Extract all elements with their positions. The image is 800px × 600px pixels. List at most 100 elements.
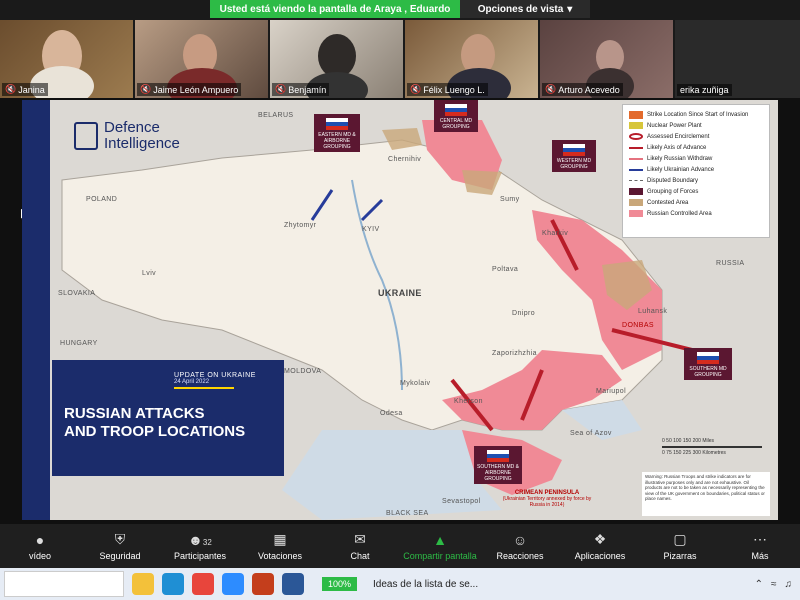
city-label: Poltava [492,266,519,273]
video-tile[interactable]: 🔇 Arturo Acevedo [540,20,673,98]
participants-count: 32 [202,537,212,547]
city-label: Lviv [142,270,157,277]
wifi-icon[interactable]: ≈ [771,579,777,590]
disputed-boundary-icon [629,180,643,181]
map-title-box: UPDATE ON UKRAINE 24 April 2022 RUSSIAN … [52,360,284,476]
muted-mic-icon: 🔇 [140,84,152,94]
muted-mic-icon: 🔇 [545,84,557,94]
city-label: Sumy [500,196,520,203]
chevron-down-icon: ▾ [567,3,573,15]
whiteboard-icon: ▢ [673,531,687,547]
country-label-poland: POLAND [86,196,118,203]
video-tile[interactable]: erika zuñiga [675,20,800,98]
grouping-southern-md: SOUTHERN MD GROUPING [684,348,732,380]
country-label-russia: RUSSIA [716,260,745,267]
sea-label-azov: Sea of Azov [570,430,612,437]
volume-icon[interactable]: ♫ [785,579,793,590]
grouping-eastern-md: EASTERN MD & AIRBORNE GROUPING [314,114,360,152]
withdraw-arrow-icon [629,157,643,160]
shared-screen: ❙❙ ■ [0,98,800,524]
country-label-moldova: MOLDOVA [284,368,322,375]
nuclear-icon [629,122,643,129]
powerpoint-icon[interactable] [252,573,274,595]
windows-taskbar: 100% Ideas de la lista de se... ⌃ ≈ ♫ [0,568,800,600]
sea-label-black-sea: BLACK SEA [386,510,429,517]
muted-mic-icon: 🔇 [275,84,287,94]
contested-icon [629,199,643,206]
share-banner: Usted está viendo la pantalla de Araya ,… [210,0,590,18]
participant-name: erika zuñiga [680,85,729,95]
city-label: Sevastopol [442,498,481,505]
polls-icon: ▦ [273,531,287,547]
file-explorer-icon[interactable] [132,573,154,595]
grouping-western-md: WESTERN MD GROUPING [552,140,596,172]
crest-icon [74,122,98,150]
more-icon: ⋯ [753,531,767,547]
reactions-icon: ☺ [512,531,528,548]
muted-mic-icon: 🔇 [5,84,17,94]
ukraine-map: Defence Intelligence BELARUS RUSSIA POLA… [22,100,778,520]
word-icon[interactable] [282,573,304,595]
security-button[interactable]: ⛨ Seguridad [80,531,160,561]
city-label: Zaporizhzhia [492,350,537,357]
chat-button[interactable]: ✉ Chat [320,531,400,561]
participants-icon: ☻ [188,531,203,548]
defence-intelligence-logo: Defence Intelligence [74,120,180,152]
participants-button[interactable]: ☻32 Participantes [160,532,240,561]
map-legend: Strike Location Since Start of Invasion … [622,104,770,238]
chrome-icon[interactable] [192,573,214,595]
chevron-up-icon[interactable]: ⌃ [755,579,763,590]
russia-flag-icon [326,118,348,130]
russia-flag-icon [445,104,467,116]
advance-arrow-icon [629,146,643,149]
reactions-button[interactable]: ☺ Reacciones [480,532,560,561]
grouping-southern-md-airborne: SOUTHERN MD & AIRBORNE GROUPING [474,446,522,484]
participant-name: Janina [18,84,45,95]
participant-video-strip: 🔇 Janina 🔇 Jaime León Ampuero 🔇 Benjamín 🔇 F… [0,20,800,98]
city-label: Mariupol [596,388,627,395]
participant-name: Benjamín [288,84,327,95]
ukrainian-advance-icon [629,168,643,171]
controlled-icon [629,210,643,217]
muted-mic-icon: 🔇 [410,84,422,94]
zoom-level-indicator[interactable]: 100% [322,577,358,591]
polls-button[interactable]: ▦ Votaciones [240,531,320,561]
share-screen-button[interactable]: ▲ Compartir pantalla [400,532,480,561]
share-screen-icon: ▲ [433,531,447,548]
video-tile[interactable]: 🔇 Félix Luengo L. [405,20,538,98]
country-label-ukraine: UKRAINE [378,288,422,298]
grouping-icon [629,188,643,195]
city-label: Kherson [454,398,483,405]
more-button[interactable]: ⋯ Más [720,531,800,561]
video-tile[interactable]: 🔇 Jaime León Ampuero [135,20,268,98]
city-label: KYIV [362,226,380,233]
russia-flag-icon [697,352,719,364]
city-label: Mykolaiv [400,380,431,387]
edge-icon[interactable] [162,573,184,595]
video-icon: ● [35,531,45,548]
country-label-hungary: HUNGARY [60,340,98,347]
map-scale: 0 50 100 150 200 Miles 0 75 150 225 300 … [662,438,762,456]
grouping-central-md: CENTRAL MD GROUPING [434,100,478,132]
strike-icon [629,110,643,119]
viewing-screen-notice: Usted está viendo la pantalla de Araya ,… [210,0,460,18]
participant-name: Félix Luengo L. [423,84,485,95]
country-label-belarus: BELARUS [258,112,294,119]
taskbar-search[interactable] [4,571,124,597]
video-button[interactable]: ● vídeo [0,532,80,561]
video-tile[interactable]: 🔇 Benjamín [270,20,403,98]
shield-icon: ⛨ [114,531,126,547]
country-label-slovakia: SLOVAKIA [58,290,96,297]
encirclement-icon [629,133,643,140]
whiteboard-button[interactable]: ▢ Pizarras [640,531,720,561]
chat-icon: ✉ [354,531,366,547]
taskbar-notification[interactable]: Ideas de la lista de se... [373,579,478,590]
city-label: Luhansk [638,308,668,315]
view-options-button[interactable]: Opciones de vista ▾ [460,0,590,18]
zoom-icon[interactable] [222,573,244,595]
apps-button[interactable]: ❖ Aplicaciones [560,531,640,561]
meeting-toolbar: ● vídeo ⛨ Seguridad ☻32 Participantes ▦ Vota… [0,524,800,568]
video-tile[interactable]: 🔇 Janina [0,20,133,98]
city-label: Kharkiv [542,230,569,237]
city-label: Chernihiv [388,156,422,163]
